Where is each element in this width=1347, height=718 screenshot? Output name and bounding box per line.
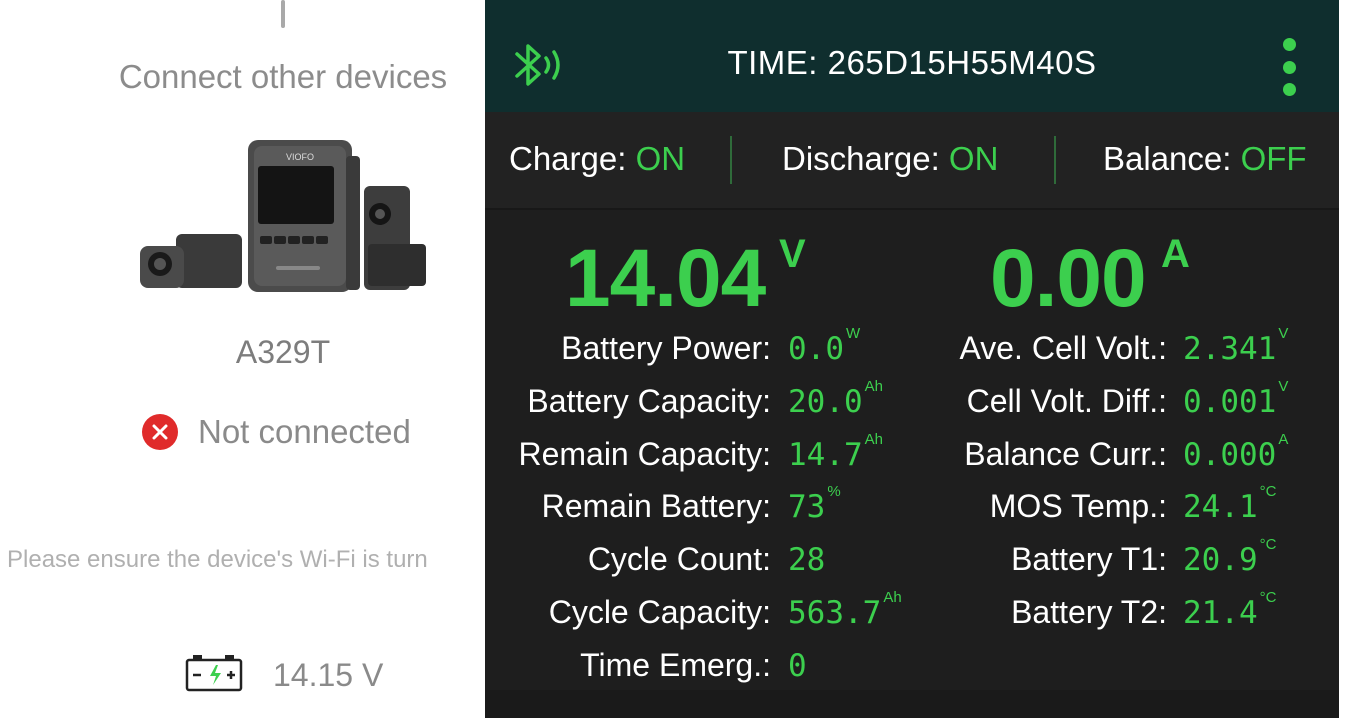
charge-label: Charge: xyxy=(509,140,627,177)
battery-voltage: 14.15 V xyxy=(273,657,384,693)
device-model: A329T xyxy=(235,334,331,370)
battery-t2-value: 21.4 °C xyxy=(1183,589,1277,631)
battery-power-value: 0.0 W xyxy=(788,325,861,367)
remain-capacity-label: Remain Capacity: xyxy=(518,436,771,472)
time-emerg-value: 0 xyxy=(788,648,807,684)
svg-text:VIOFO: VIOFO xyxy=(286,152,314,162)
ave-cell-volt-value: 2.341 V xyxy=(1183,325,1289,367)
uptime-time: TIME: 265D15H55M40S xyxy=(727,44,1097,81)
balance-status[interactable]: Balance: OFF xyxy=(1103,140,1307,178)
balance-label: Balance: xyxy=(1103,140,1232,177)
switch-status-row: Charge: ON Discharge: ON Balance: OFF xyxy=(485,112,1339,210)
cycle-capacity-label: Cycle Capacity: xyxy=(548,594,771,630)
battery-t2-label: Battery T2: xyxy=(1011,594,1167,630)
battery-t1-label: Battery T1: xyxy=(1011,541,1167,577)
drag-handle xyxy=(281,0,285,28)
current-reading: 0.00 xyxy=(990,233,1147,324)
time-emerg-label: Time Emerg.: xyxy=(580,647,771,683)
dashcam-image[interactable]: VIOFO xyxy=(136,134,432,298)
wifi-hint: Please ensure the device's Wi-Fi is turn xyxy=(7,546,428,573)
discharge-value: ON xyxy=(948,140,999,177)
remain-battery-value: 73% xyxy=(788,483,841,525)
voltage-unit: V xyxy=(779,232,806,276)
discharge-label: Discharge: xyxy=(782,140,940,177)
mos-temp-value: 24.1 °C xyxy=(1183,483,1277,525)
voltage-reading: 14.04 xyxy=(565,233,766,324)
cell-volt-diff-label: Cell Volt. Diff.: xyxy=(966,383,1167,419)
charge-status[interactable]: Charge: ON xyxy=(509,140,685,178)
battery-power-label: Battery Power: xyxy=(561,330,771,366)
divider xyxy=(730,136,732,184)
battery-capacity-label: Battery Capacity: xyxy=(527,383,771,419)
battery-readout: 14.15 V xyxy=(185,654,383,697)
divider xyxy=(1054,136,1056,184)
bms-monitor: TIME: 265D15H55M40S Charge: ON Discharge… xyxy=(485,0,1339,718)
mos-temp-label: MOS Temp.: xyxy=(989,488,1167,524)
cycle-capacity-value: 563.7 Ah xyxy=(788,589,902,631)
connection-status: Not connected xyxy=(142,412,411,452)
battery-t1-value: 20.9 °C xyxy=(1183,536,1277,578)
connect-title: Connect other devices xyxy=(118,58,448,95)
balance-curr-value: 0.000 A xyxy=(1183,431,1289,473)
balance-curr-label: Balance Curr.: xyxy=(964,436,1167,472)
close-icon xyxy=(142,414,178,450)
remain-capacity-value: 14.7 Ah xyxy=(788,431,884,473)
remain-battery-label: Remain Battery: xyxy=(541,488,771,524)
cell-volt-diff-value: 0.001 V xyxy=(1183,378,1289,420)
cycle-count-value: 28 xyxy=(788,542,826,578)
status-text: Not connected xyxy=(198,413,411,450)
car-battery-icon xyxy=(185,654,243,697)
current-unit: A xyxy=(1161,232,1190,276)
device-panel: Connect other devices VIOFO A329T Not co… xyxy=(0,0,485,718)
more-vert-icon[interactable] xyxy=(1277,38,1301,96)
cycle-count-label: Cycle Count: xyxy=(587,541,771,577)
charge-value: ON xyxy=(635,140,686,177)
balance-value: OFF xyxy=(1240,140,1307,177)
bottom-strip xyxy=(485,690,1339,718)
edge-strip xyxy=(1339,0,1347,718)
discharge-status[interactable]: Discharge: ON xyxy=(782,140,998,178)
ave-cell-volt-label: Ave. Cell Volt.: xyxy=(959,330,1167,366)
top-bar: TIME: 265D15H55M40S xyxy=(485,0,1339,112)
battery-capacity-value: 20.0 Ah xyxy=(788,378,884,420)
